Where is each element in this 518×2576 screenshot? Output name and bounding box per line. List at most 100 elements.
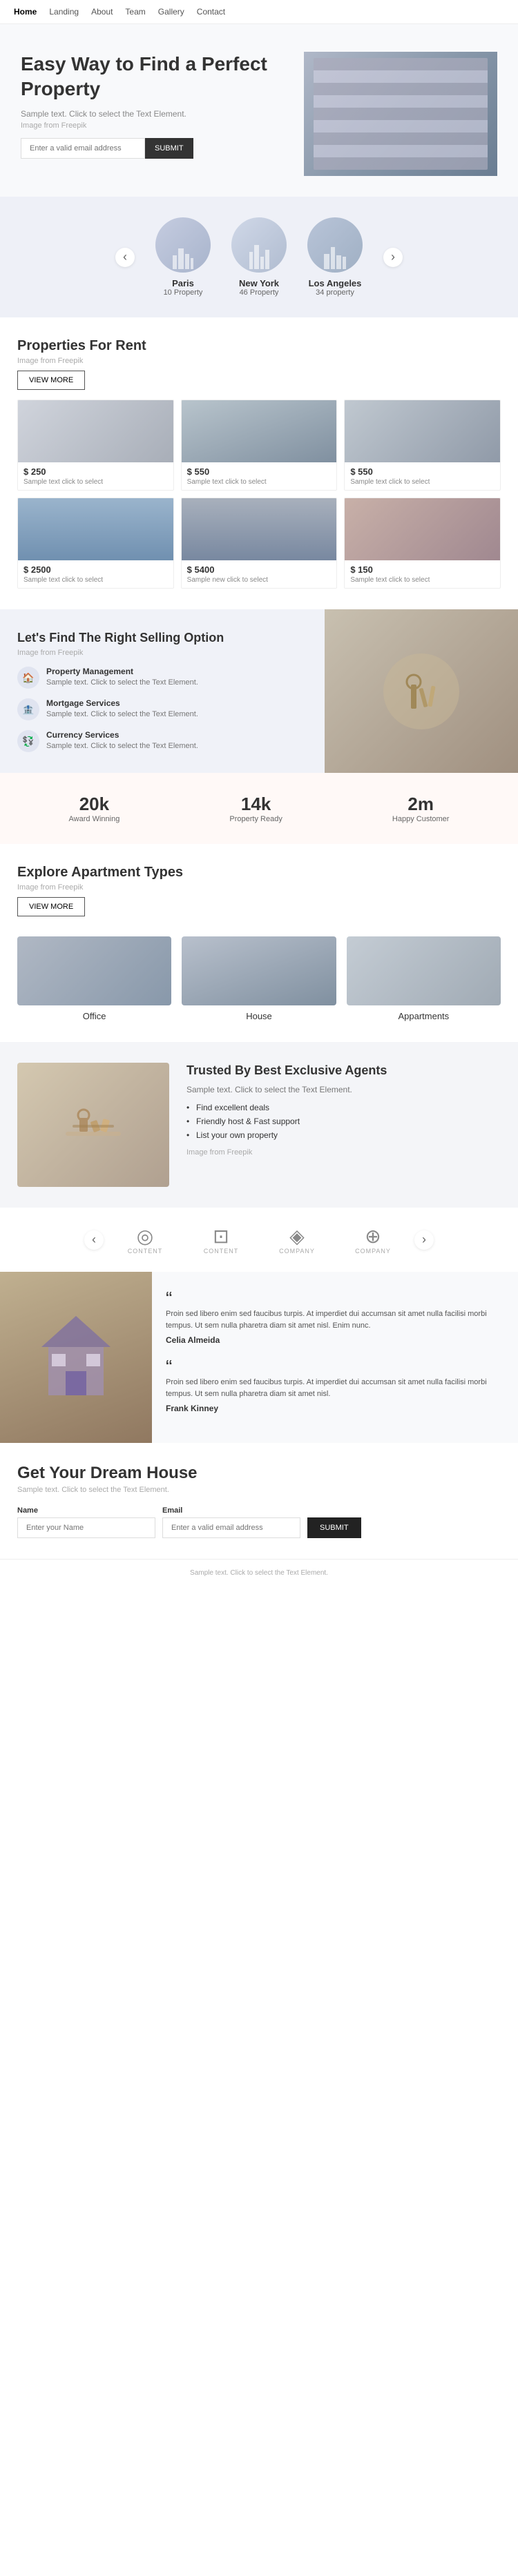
hero-submit-button[interactable]: SUBMIT <box>145 138 193 159</box>
navbar: Home Landing About Team Gallery Contact <box>0 0 518 24</box>
service-currency-desc: Sample text. Click to select the Text El… <box>46 741 198 751</box>
selling-text: Let's Find The Right Selling Option Imag… <box>0 609 325 773</box>
property-card-5[interactable]: $ 5400 Sample new click to select <box>181 498 338 589</box>
service-mortgage-desc: Sample text. Click to select the Text El… <box>46 709 198 720</box>
nav-gallery[interactable]: Gallery <box>158 7 184 17</box>
hero-title: Easy Way to Find a Perfect Property <box>21 52 304 102</box>
cities-section: ‹ Paris 10 Property <box>0 197 518 317</box>
property-info-5: $ 5400 Sample new click to select <box>182 560 337 588</box>
property-price-1: $ 250 <box>23 466 168 477</box>
apartments-image <box>347 936 501 1005</box>
apt-house[interactable]: House <box>182 936 336 1021</box>
property-card-2[interactable]: $ 550 Sample text click to select <box>181 400 338 491</box>
stat-property-label: Property Ready <box>229 815 282 823</box>
stat-property: 14k Property Ready <box>229 794 282 823</box>
building-image <box>304 52 497 176</box>
logos-next-arrow[interactable]: › <box>414 1230 434 1250</box>
stat-customer: 2m Happy Customer <box>392 794 450 823</box>
property-image-2 <box>182 400 337 462</box>
trusted-freepik: Image from Freepik <box>186 1148 501 1157</box>
service-property-info: Property Management Sample text. Click t… <box>46 667 198 688</box>
cities-row: ‹ Paris 10 Property <box>14 217 504 297</box>
nav-about[interactable]: About <box>91 7 113 17</box>
rent-section: Properties For Rent Image from Freepik V… <box>0 317 518 609</box>
apt-apartments[interactable]: Appartments <box>347 936 501 1021</box>
nav-links: Home Landing About Team Gallery Contact <box>14 7 225 17</box>
testimonial-1: “ Proin sed libero enim sed faucibus tur… <box>166 1289 504 1345</box>
properties-grid: $ 250 Sample text click to select $ 550 … <box>17 400 501 589</box>
logo-icon-4: ⊕ <box>338 1225 407 1248</box>
trusted-sample: Sample text. Click to select the Text El… <box>186 1085 501 1094</box>
property-price-5: $ 5400 <box>187 564 332 575</box>
property-mgmt-icon: 🏠 <box>17 667 39 689</box>
property-image-6 <box>345 498 500 560</box>
city-paris-name: Paris <box>155 278 211 288</box>
property-card-1[interactable]: $ 250 Sample text click to select <box>17 400 174 491</box>
hero-sample: Sample text. Click to select the Text El… <box>21 109 304 119</box>
nav-home[interactable]: Home <box>14 7 37 17</box>
logo-2: ⊡ CONTENT <box>186 1225 256 1255</box>
hero-form: SUBMIT <box>21 138 304 159</box>
trusted-list-item-1: Find excellent deals <box>186 1103 501 1112</box>
trusted-image <box>17 1063 169 1187</box>
property-card-3[interactable]: $ 550 Sample text click to select <box>344 400 501 491</box>
dream-email-input[interactable] <box>162 1517 300 1538</box>
keys-illustration <box>380 650 463 733</box>
testimonial-2: “ Proin sed libero enim sed faucibus tur… <box>166 1357 504 1413</box>
service-mortgage: 🏦 Mortgage Services Sample text. Click t… <box>17 698 307 720</box>
city-la: Los Angeles 34 property <box>307 217 363 297</box>
testimonial-author-2: Frank Kinney <box>166 1404 504 1413</box>
stat-property-number: 14k <box>229 794 282 815</box>
property-info-3: $ 550 Sample text click to select <box>345 462 500 490</box>
cities-next-arrow[interactable]: › <box>383 248 403 267</box>
city-la-image <box>307 217 363 273</box>
dream-name-input[interactable] <box>17 1517 155 1538</box>
hero-image <box>304 52 497 176</box>
dream-name-label: Name <box>17 1506 155 1515</box>
dream-email-label: Email <box>162 1506 300 1515</box>
hero-email-input[interactable] <box>21 138 145 159</box>
city-la-count: 34 property <box>307 288 363 297</box>
property-card-6[interactable]: $ 150 Sample text click to select <box>344 498 501 589</box>
rent-title: Properties For Rent <box>17 338 501 354</box>
testimonials-content: “ Proin sed libero enim sed faucibus tur… <box>152 1272 518 1443</box>
property-image-4 <box>18 498 173 560</box>
rent-view-more[interactable]: VIEW MORE <box>17 371 85 390</box>
selling-freepik: Image from Freepik <box>17 649 307 657</box>
stats-section: 20k Award Winning 14k Property Ready 2m … <box>0 773 518 844</box>
service-property-desc: Sample text. Click to select the Text El… <box>46 678 198 688</box>
nav-contact[interactable]: Contact <box>197 7 225 17</box>
dream-submit-button[interactable]: SUBMIT <box>307 1517 361 1538</box>
property-card-4[interactable]: $ 2500 Sample text click to select <box>17 498 174 589</box>
dream-email-group: Email <box>162 1506 300 1538</box>
footer: Sample text. Click to select the Text El… <box>0 1559 518 1586</box>
nav-landing[interactable]: Landing <box>49 7 79 17</box>
property-desc-5: Sample new click to select <box>187 576 332 584</box>
cities-prev-arrow[interactable]: ‹ <box>115 248 135 267</box>
trusted-list-item-2: Friendly host & Fast support <box>186 1117 501 1126</box>
apartments-view-more[interactable]: VIEW MORE <box>17 897 85 916</box>
city-newyork-count: 46 Property <box>231 288 287 297</box>
service-mortgage-info: Mortgage Services Sample text. Click to … <box>46 698 198 720</box>
property-info-6: $ 150 Sample text click to select <box>345 560 500 588</box>
logo-icon-3: ◈ <box>262 1225 332 1248</box>
logo-4: ⊕ COMPANY <box>338 1225 407 1255</box>
office-image <box>17 936 171 1005</box>
property-price-3: $ 550 <box>350 466 495 477</box>
nav-team[interactable]: Team <box>125 7 145 17</box>
logo-1: ◎ CONTENT <box>111 1225 180 1255</box>
logos-prev-arrow[interactable]: ‹ <box>84 1230 104 1250</box>
property-desc-2: Sample text click to select <box>187 478 332 486</box>
service-property-name: Property Management <box>46 667 198 676</box>
apt-office[interactable]: Office <box>17 936 171 1021</box>
stat-customer-label: Happy Customer <box>392 815 450 823</box>
logo-3: ◈ COMPANY <box>262 1225 332 1255</box>
logo-name-1: CONTENT <box>111 1248 180 1255</box>
stat-award: 20k Award Winning <box>69 794 120 823</box>
service-property-mgmt: 🏠 Property Management Sample text. Click… <box>17 667 307 689</box>
property-image-1 <box>18 400 173 462</box>
stat-award-label: Award Winning <box>69 815 120 823</box>
testimonial-house-image <box>0 1272 152 1443</box>
house-image <box>182 936 336 1005</box>
selling-section: Let's Find The Right Selling Option Imag… <box>0 609 518 773</box>
